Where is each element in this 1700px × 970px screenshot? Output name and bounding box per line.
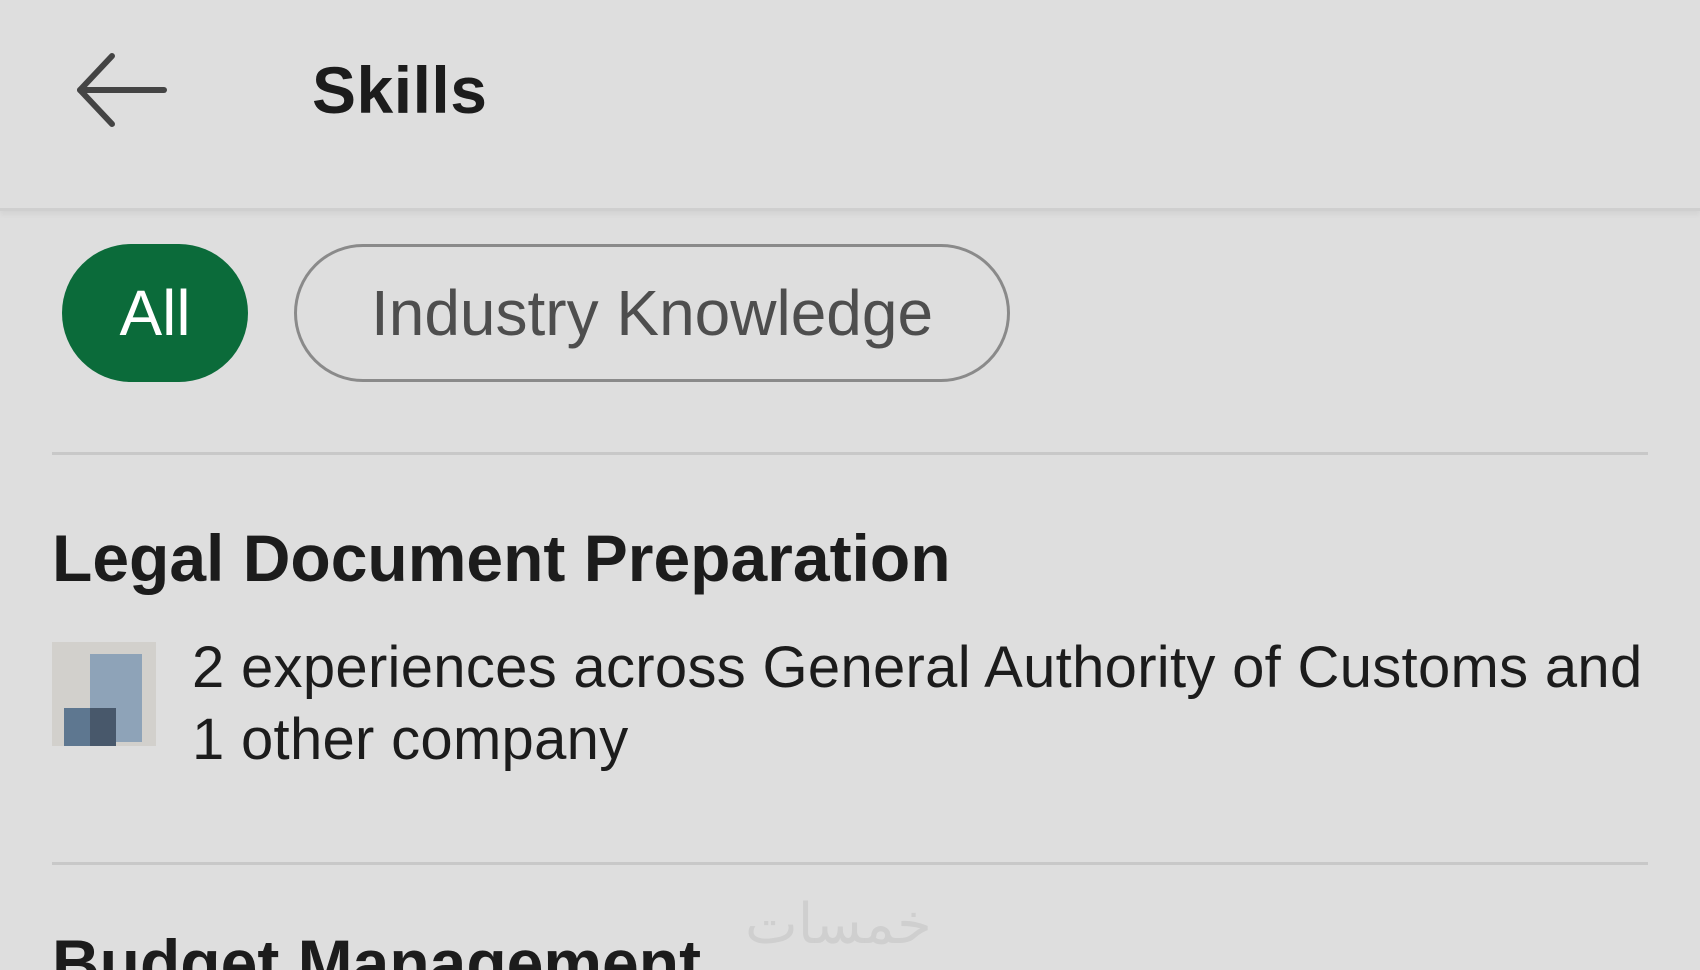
chip-industry-knowledge[interactable]: Industry Knowledge [294,244,1010,382]
skill-experience-text: 2 experiences across General Authority o… [192,635,1643,772]
skill-item-budget-management[interactable]: Budget Management [52,930,1652,970]
skill-name: Legal Document Preparation [52,521,951,595]
chip-all[interactable]: All [62,244,248,382]
arrow-left-icon [77,53,167,127]
skills-screen: Skills All Industry Knowledge Legal Docu… [0,0,1700,970]
divider [52,862,1648,865]
page-title: Skills [312,53,488,127]
divider [52,452,1648,455]
skill-item-legal-document-preparation[interactable]: Legal Document Preparation 2 experiences… [52,520,1652,776]
app-bar: Skills [0,0,1700,211]
skill-name: Budget Management [52,926,702,970]
back-button[interactable] [60,40,180,140]
skill-detail: 2 experiences across General Authority o… [52,632,1652,776]
filter-chips: All Industry Knowledge [62,244,1010,382]
company-logo-icon [52,642,156,746]
